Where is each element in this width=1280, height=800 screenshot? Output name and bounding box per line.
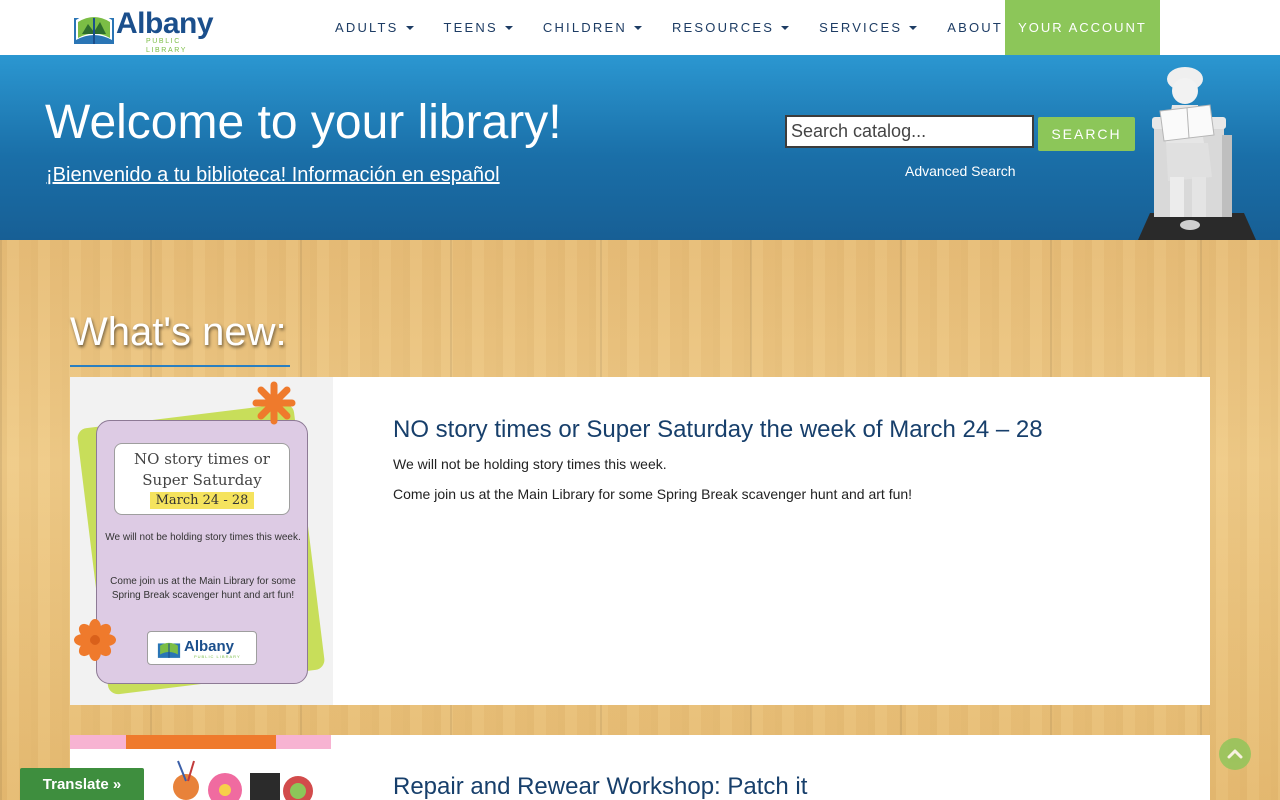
nav-item-teens[interactable]: TEENS [429,20,528,35]
nav-label: ABOUT [947,20,1003,35]
caret-down-icon [504,25,513,30]
caret-down-icon [909,25,918,30]
flyer-logo-subtext: PUBLIC LIBRARY [194,654,241,659]
news-card: NO story times or Super Saturday March 2… [70,377,1210,705]
scroll-to-top-button[interactable] [1219,738,1251,770]
flyer-dates: March 24 - 28 [149,492,255,509]
caret-down-icon [405,25,414,30]
spanish-info-link[interactable]: ¡Bienvenido a tu biblioteca! Información… [46,163,500,187]
flyer-text-2: Come join us at the Main Library for som… [110,576,296,601]
library-book-logo-icon [157,642,181,658]
top-navigation-bar: Albany PUBLIC LIBRARY ADULTS TEENS CHILD… [0,0,1280,55]
library-book-logo-icon [74,14,114,44]
nav-item-adults[interactable]: ADULTS [320,20,429,35]
main-menu: ADULTS TEENS CHILDREN RESOURCES SERVICES… [320,0,1033,55]
caret-down-icon [633,25,642,30]
nav-item-services[interactable]: SERVICES [804,20,932,35]
nav-item-children[interactable]: CHILDREN [528,20,657,35]
flower-icon [74,619,116,661]
heading-underline [70,365,290,367]
flyer-text-1: We will not be holding story times this … [105,532,301,543]
reading-statue-image [1138,67,1256,240]
translate-button[interactable]: Translate » [20,768,144,800]
asterisk-flower-icon [252,381,296,425]
your-account-button[interactable]: YOUR ACCOUNT [1005,0,1160,55]
flyer-logo: Albany PUBLIC LIBRARY [147,631,257,665]
flyer-line-2: Super Saturday [142,471,262,489]
logo-text: Albany [116,7,214,40]
caret-down-icon [781,25,790,30]
nav-label: TEENS [443,20,498,35]
news-paragraph: Come join us at the Main Library for som… [393,486,913,502]
news-card-image[interactable]: NO story times or Super Saturday March 2… [70,377,333,705]
nav-label: RESOURCES [671,20,775,35]
page-title: Welcome to your library! [45,96,562,149]
news-title-link[interactable]: NO story times or Super Saturday the wee… [393,416,1043,444]
nav-label: ADULTS [335,20,399,35]
albany-library-logo[interactable]: Albany PUBLIC LIBRARY [72,7,222,54]
chevron-up-icon [1227,749,1243,759]
flyer-line-1: NO story times or [134,450,270,468]
news-title-link[interactable]: Repair and Rewear Workshop: Patch it [393,773,807,800]
search-button[interactable]: SEARCH [1038,117,1135,151]
news-paragraph: We will not be holding story times this … [393,456,667,472]
catalog-search-input[interactable] [785,115,1034,148]
whats-new-heading: What's new: [70,310,287,354]
hero-banner: Welcome to your library! ¡Bienvenido a t… [0,55,1280,240]
advanced-search-link[interactable]: Advanced Search [905,163,1016,179]
flyer-headline-box: NO story times or Super Saturday March 2… [114,443,290,515]
nav-label: SERVICES [819,20,903,35]
nav-label: CHILDREN [542,20,627,35]
logo-subtext: PUBLIC LIBRARY [146,38,188,54]
news-card: Repair and Rewear Workshop: Patch it [70,735,1210,800]
flyer: NO story times or Super Saturday March 2… [96,420,308,684]
flyer-logo-text: Albany [184,638,235,655]
nav-item-resources[interactable]: RESOURCES [657,20,804,35]
